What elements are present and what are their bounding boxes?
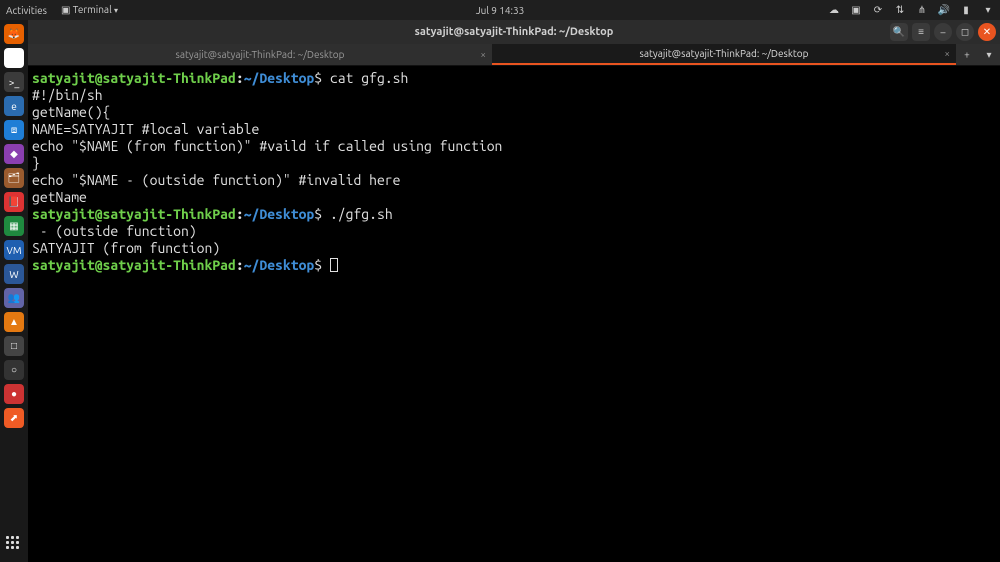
dock-app-purple[interactable]: ◆ [4, 144, 24, 164]
dropbox-icon[interactable]: ▣ [850, 4, 862, 16]
terminal-tab[interactable]: satyajit@satyajit-ThinkPad: ~/Desktop × [492, 44, 956, 65]
maximize-button[interactable]: ◻ [956, 23, 974, 41]
terminal-window: satyajit@satyajit-ThinkPad: ~/Desktop 🔍 … [28, 20, 1000, 562]
app-menu[interactable]: ▣ Terminal [61, 4, 118, 16]
tab-close-icon[interactable]: × [944, 48, 950, 59]
dock-edge[interactable]: e [4, 96, 24, 116]
dock-vscode[interactable]: ⧈ [4, 120, 24, 140]
tab-bar: satyajit@satyajit-ThinkPad: ~/Desktop×sa… [28, 44, 1000, 66]
dock-vbox[interactable]: VM [4, 240, 24, 260]
dock-app-grey[interactable]: □ [4, 336, 24, 356]
terminal-icon: ▣ [61, 4, 73, 15]
tab-dropdown-button[interactable]: ▾ [978, 44, 1000, 65]
clock[interactable]: Jul 9 14:33 [476, 5, 525, 16]
dock-firefox[interactable]: 🦊 [4, 24, 24, 44]
terminal-content[interactable]: satyajit@satyajit-ThinkPad:~/Desktop$ ca… [28, 66, 1000, 562]
dock-app-dark[interactable]: ○ [4, 360, 24, 380]
battery-icon[interactable]: ▮ [960, 4, 972, 16]
dock-app-red[interactable]: ● [4, 384, 24, 404]
search-icon: 🔍 [893, 26, 905, 38]
terminal-tab[interactable]: satyajit@satyajit-ThinkPad: ~/Desktop × [28, 44, 492, 65]
cloud-icon[interactable]: ☁ [828, 4, 840, 16]
dock-files[interactable]: 🗂 [4, 168, 24, 188]
maximize-icon: ◻ [961, 26, 969, 38]
dock: 🦊 ◉ >_e ⧈ ◆ 🗂 📕 ▦ VM W 👥 ▲ □ ○ ● ⬈ [0, 20, 28, 562]
volume-icon[interactable]: 🔊 [938, 4, 950, 16]
tab-close-icon[interactable]: × [480, 49, 486, 60]
search-button[interactable]: 🔍 [890, 23, 908, 41]
new-tab-button[interactable]: + [956, 44, 978, 65]
hamburger-icon: ≡ [918, 26, 924, 38]
close-button[interactable]: ✕ [978, 23, 996, 41]
show-apps-button[interactable] [6, 536, 22, 552]
dock-postman[interactable]: ⬈ [4, 408, 24, 428]
dock-chrome[interactable]: ◉ [4, 48, 24, 68]
close-icon: ✕ [983, 26, 991, 38]
tab-title: satyajit@satyajit-ThinkPad: ~/Desktop [176, 49, 345, 60]
tab-title: satyajit@satyajit-ThinkPad: ~/Desktop [640, 48, 809, 59]
minimize-button[interactable]: – [934, 23, 952, 41]
minimize-icon: – [941, 27, 946, 38]
dock-teams[interactable]: 👥 [4, 288, 24, 308]
system-topbar: Activities ▣ Terminal Jul 9 14:33 ☁ ▣ ⟳ … [0, 0, 1000, 20]
power-menu-icon[interactable]: ▾ [982, 4, 994, 16]
dock-vlc[interactable]: ▲ [4, 312, 24, 332]
hamburger-button[interactable]: ≡ [912, 23, 930, 41]
dock-word[interactable]: W [4, 264, 24, 284]
activities-button[interactable]: Activities [6, 5, 47, 16]
window-title: satyajit@satyajit-ThinkPad: ~/Desktop [415, 26, 614, 38]
titlebar: satyajit@satyajit-ThinkPad: ~/Desktop 🔍 … [28, 20, 1000, 44]
wifi-icon[interactable]: ⋔ [916, 4, 928, 16]
cursor [330, 258, 338, 272]
sync-icon[interactable]: ⟳ [872, 4, 884, 16]
dock-sheets[interactable]: ▦ [4, 216, 24, 236]
dock-pdf[interactable]: 📕 [4, 192, 24, 212]
dock-terminal[interactable]: >_ [4, 72, 24, 92]
network-icon[interactable]: ⇅ [894, 4, 906, 16]
